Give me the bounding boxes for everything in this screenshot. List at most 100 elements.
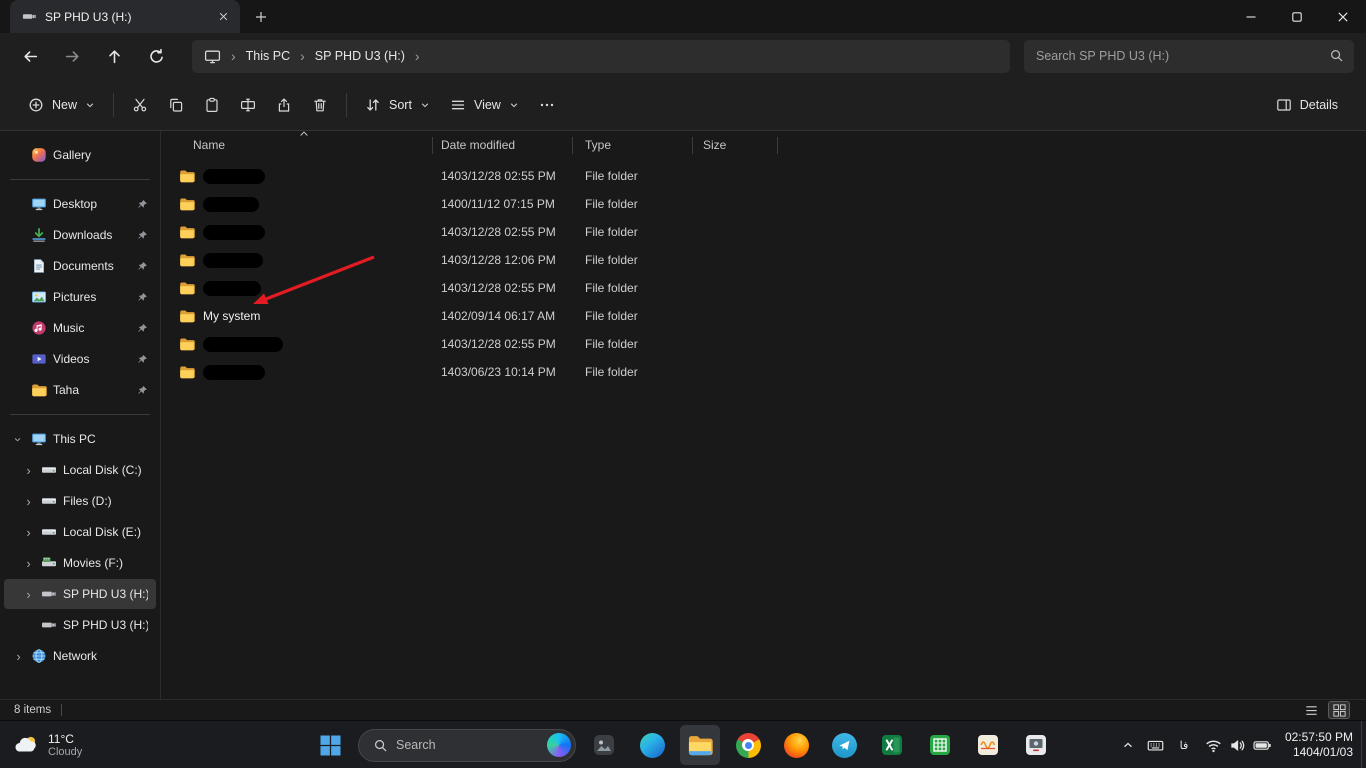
explorer-tab[interactable]: SP PHD U3 (H:) [10,0,240,33]
new-tab-button[interactable] [250,6,272,28]
chevron-right-icon[interactable]: › [22,463,35,478]
sidebar-item-documents[interactable]: Documents [4,251,156,281]
file-list: 1403/12/28 02:55 PM File folder 1400/11/12… [171,162,1366,386]
sidebar-item-gallery[interactable]: Gallery [4,140,156,170]
audio-app-icon[interactable] [968,725,1008,765]
file-date: 1400/11/12 07:15 PM [441,197,555,211]
cut-button[interactable] [122,88,158,122]
file-row[interactable]: 1400/11/12 07:15 PM File folder [171,190,1366,218]
sidebar-item-downloads[interactable]: Downloads [4,220,156,250]
copy-button[interactable] [158,88,194,122]
folder-icon [179,364,195,380]
back-button[interactable] [12,39,48,73]
sidebar-item-videos[interactable]: Videos [4,344,156,374]
chevron-right-icon[interactable]: › [22,587,35,602]
file-explorer-icon[interactable] [680,725,720,765]
close-button[interactable] [1320,0,1366,33]
file-type: File folder [585,309,638,323]
details-view-toggle[interactable] [1300,701,1322,719]
sidebar-item-local-disk-c[interactable]: › Local Disk (C:) [4,455,156,485]
clock[interactable]: 02:57:50 PM 1404/01/03 [1285,730,1353,760]
hidden-icons-chevron-icon[interactable] [1114,725,1142,765]
file-date: 1403/06/23 10:14 PM [441,365,556,379]
sidebar-item-sp-phd-u3-h[interactable]: SP PHD U3 (H:) [4,610,156,640]
sidebar: Gallery Desktop Downloads Documents Pictures… [0,131,161,699]
excel-icon[interactable] [872,725,912,765]
large-icons-view-toggle[interactable] [1328,701,1350,719]
pin-icon [136,292,148,303]
column-header-size[interactable]: Size [693,133,777,157]
start-button[interactable] [310,725,350,765]
details-pane-button[interactable]: Details [1266,90,1348,120]
view-button[interactable]: View [440,90,529,120]
photos-app-icon[interactable] [584,725,624,765]
sort-button[interactable]: Sort [355,90,440,120]
tab-close-icon[interactable] [212,6,234,28]
address-bar[interactable]: › This PC › SP PHD U3 (H:) › [192,39,1010,73]
blue-app-icon[interactable] [824,725,864,765]
show-desktop-button[interactable] [1361,721,1366,768]
maximize-button[interactable] [1274,0,1320,33]
column-separator[interactable] [777,136,778,154]
sidebar-item-files-d[interactable]: › Files (D:) [4,486,156,516]
rename-button[interactable] [230,88,266,122]
spreadsheet-app-icon[interactable] [920,725,960,765]
minimize-button[interactable] [1228,0,1274,33]
view-label: View [473,97,501,112]
sidebar-item-local-disk-e[interactable]: › Local Disk (E:) [4,517,156,547]
weather-widget[interactable]: 11°C Cloudy [8,721,88,768]
language-indicator[interactable]: فا [1170,725,1198,765]
taskbar-search[interactable]: Search [358,728,576,762]
breadcrumb-this-pc[interactable]: This PC [246,49,290,63]
sidebar-item-sp-phd-u3-h[interactable]: › SP PHD U3 (H:) [4,579,156,609]
sidebar-item-this-pc[interactable]: › This PC [4,424,156,454]
details-pane-icon [1276,97,1292,113]
new-button[interactable]: New [18,90,105,120]
file-type: File folder [585,225,638,239]
file-row[interactable]: 1403/12/28 02:55 PM File folder [171,330,1366,358]
refresh-button[interactable] [138,39,174,73]
sidebar-divider [10,414,150,415]
file-row[interactable]: My system 1402/09/14 06:17 AM File folder [171,302,1366,330]
column-header-date-modified[interactable]: Date modified [433,133,572,157]
sidebar-item-network[interactable]: › Network [4,641,156,671]
touch-keyboard-icon[interactable] [1142,725,1170,765]
network-volume-battery-group[interactable] [1198,725,1279,765]
bing-icon[interactable] [547,733,571,757]
file-date: 1403/12/28 02:55 PM [441,225,556,239]
edge-icon[interactable] [632,725,672,765]
sidebar-item-taha[interactable]: Taha [4,375,156,405]
file-row[interactable]: 1403/12/28 02:55 PM File folder [171,218,1366,246]
folder-icon [179,308,195,324]
search-icon [373,738,388,753]
chevron-right-icon[interactable]: › [22,525,35,540]
app-icon-10[interactable] [1016,725,1056,765]
chevron-down-icon[interactable]: › [11,433,26,446]
search-input[interactable] [1024,39,1354,73]
sidebar-item-desktop[interactable]: Desktop [4,189,156,219]
file-row[interactable]: 1403/12/28 12:06 PM File folder [171,246,1366,274]
firefox-icon[interactable] [776,725,816,765]
sidebar-item-movies-f[interactable]: › Movies (F:) [4,548,156,578]
column-header-type[interactable]: Type [573,133,692,157]
more-options-button[interactable] [529,88,565,122]
chevron-right-icon[interactable]: › [22,494,35,509]
up-button[interactable] [96,39,132,73]
sidebar-item-music[interactable]: Music [4,313,156,343]
chevron-right-icon[interactable]: › [12,649,25,664]
sidebar-item-pictures[interactable]: Pictures [4,282,156,312]
file-row[interactable]: 1403/12/28 02:55 PM File folder [171,162,1366,190]
chrome-icon[interactable] [728,725,768,765]
search-icon[interactable] [1329,48,1344,63]
forward-button[interactable] [54,39,90,73]
paste-button[interactable] [194,88,230,122]
file-row[interactable]: 1403/12/28 02:55 PM File folder [171,274,1366,302]
search-box[interactable] [1024,39,1354,73]
share-button[interactable] [266,88,302,122]
weather-condition: Cloudy [48,746,83,758]
sidebar-item-label: Pictures [53,290,97,304]
breadcrumb-drive[interactable]: SP PHD U3 (H:) [315,49,405,63]
chevron-right-icon[interactable]: › [22,556,35,571]
delete-button[interactable] [302,88,338,122]
file-row[interactable]: 1403/06/23 10:14 PM File folder [171,358,1366,386]
